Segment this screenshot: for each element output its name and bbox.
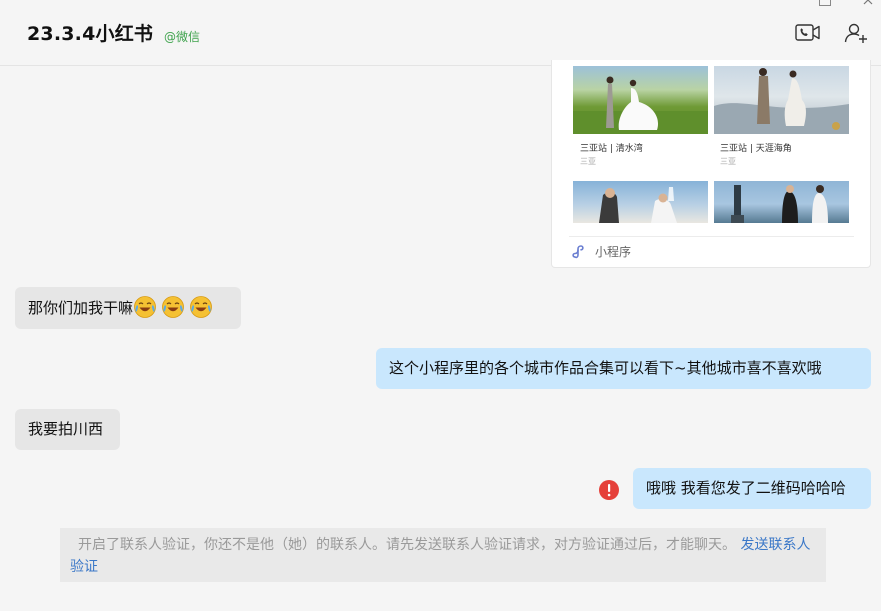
mini-program-icon [570,243,588,261]
thumbnail-location: 三亚 [720,157,736,166]
outgoing-message[interactable]: 这个小程序里的各个城市作品合集可以看下~其他城市喜不喜欢哦 [376,348,871,389]
outgoing-message[interactable]: 哦哦 我看您发了二维码哈哈哈 [633,468,871,509]
wedding-photo-thumbnail[interactable] [714,181,849,223]
message-text: 我要拍川西 [28,420,104,438]
thumbnail-caption: 三亚站 | 天涯海角 [720,144,792,154]
thumbnail-caption: 三亚站 | 清水湾 [580,144,643,154]
card-divider [569,236,854,237]
wedding-photo-thumbnail[interactable] [573,181,708,223]
send-failed-icon[interactable] [598,479,620,501]
contact-source: @微信 [164,30,201,44]
video-call-icon[interactable] [794,21,822,45]
close-icon[interactable] [862,0,878,8]
message-text: 那你们加我干嘛 [28,299,134,317]
chat-title: 23.3.4小红书 [27,23,154,45]
incoming-message[interactable]: 我要拍川西 [15,409,120,450]
mini-program-label: 小程序 [595,245,632,259]
mini-program-card[interactable]: 三亚站 | 清水湾 三亚 三亚站 | 天涯海角 三亚 小程序 [551,60,871,268]
incoming-message[interactable]: 那你们加我干嘛 [15,287,241,329]
chat-window: 23.3.4小红书 @微信 三亚站 | 清水湾 三亚 三亚站 | 天涯海角 三亚… [0,0,881,611]
system-notice: 开启了联系人验证，你还不是他（她）的联系人。请先发送联系人验证请求，对方验证通过… [60,528,826,582]
add-participant-icon[interactable] [843,21,871,45]
chat-header: 23.3.4小红书 @微信 [0,0,881,66]
laugh-cry-emoji [162,296,184,318]
message-text: 这个小程序里的各个城市作品合集可以看下~其他城市喜不喜欢哦 [389,359,822,377]
wedding-photo-thumbnail[interactable] [573,66,708,134]
laugh-cry-emoji [134,296,156,318]
maximize-icon[interactable] [819,0,831,6]
wedding-photo-thumbnail[interactable] [714,66,849,134]
laugh-cry-emoji [190,296,212,318]
thumbnail-location: 三亚 [580,157,596,166]
notice-text: 开启了联系人验证，你还不是他（她）的联系人。请先发送联系人验证请求，对方验证通过… [78,537,736,553]
message-text: 哦哦 我看您发了二维码哈哈哈 [646,479,846,497]
